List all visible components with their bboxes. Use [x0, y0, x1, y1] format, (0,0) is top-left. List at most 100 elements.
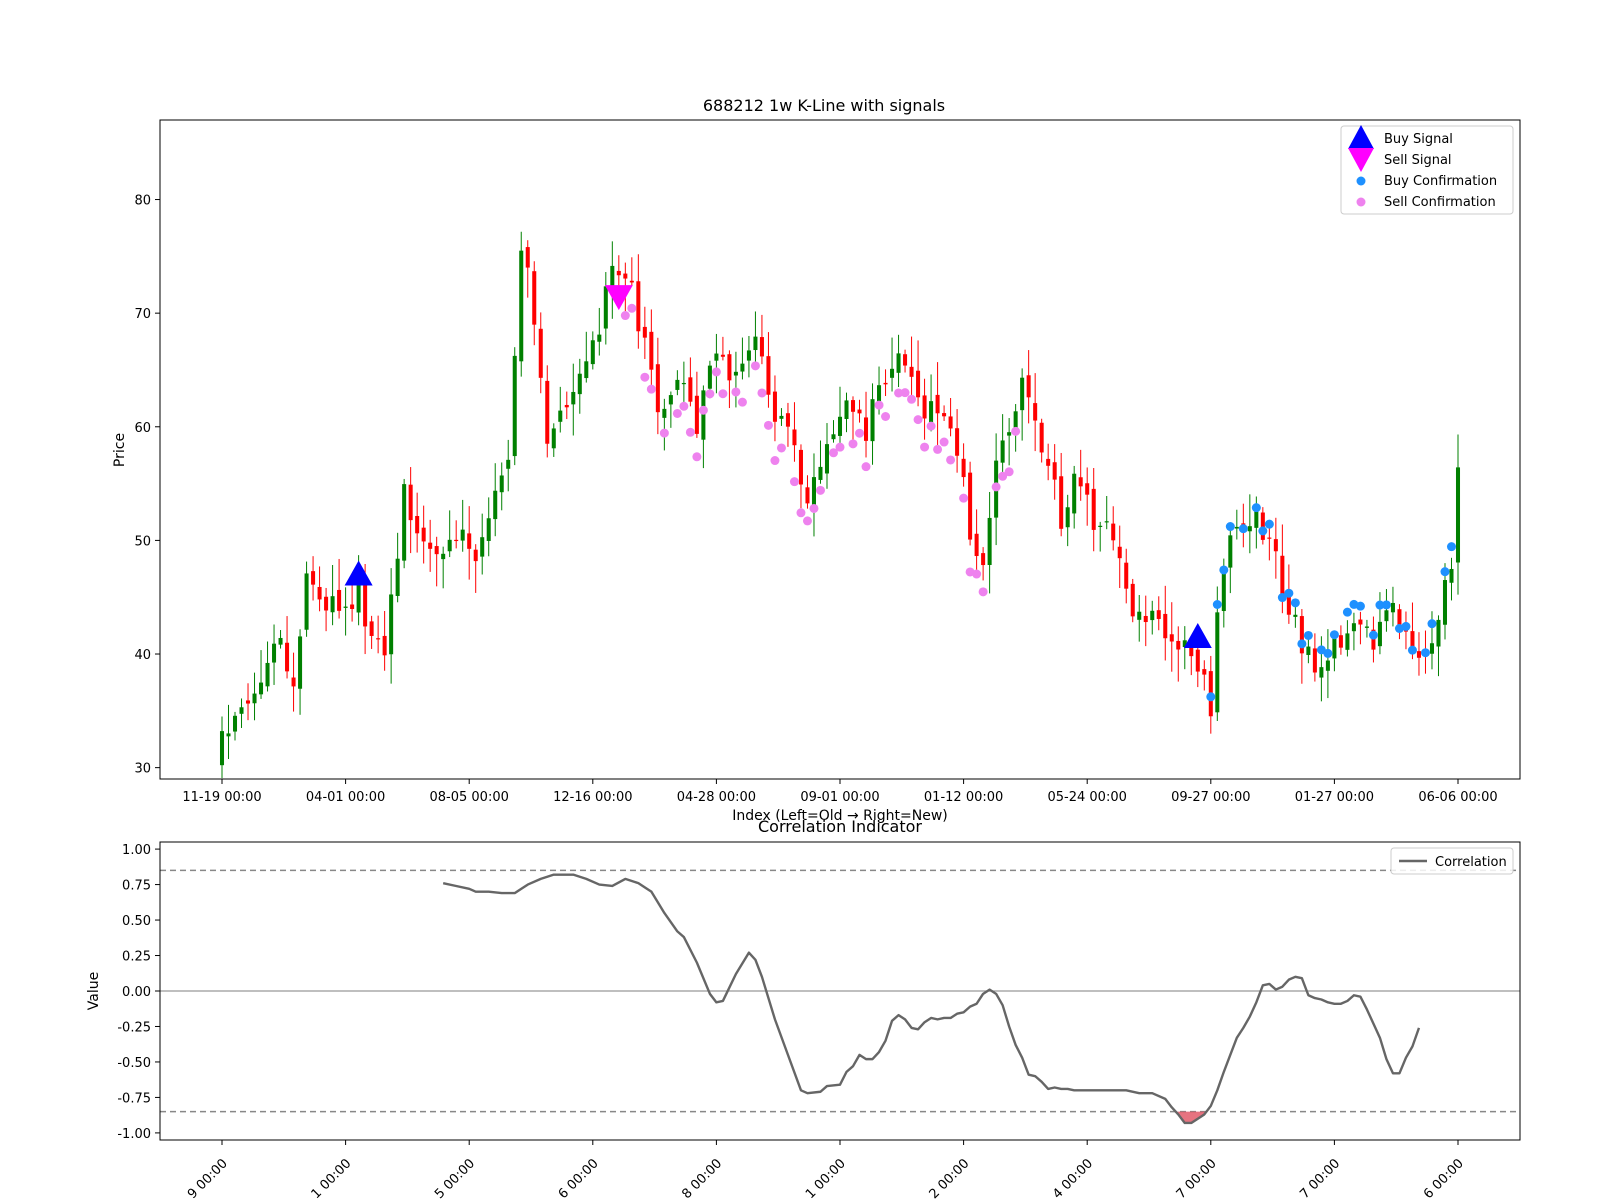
candle	[434, 536, 439, 587]
buy-confirmation-dot	[1368, 630, 1378, 640]
candle-body	[857, 409, 862, 414]
candle-body	[441, 553, 446, 560]
y-tick-label: 50	[134, 534, 151, 549]
y-tick-label: 30	[134, 762, 151, 777]
legend-label: Sell Confirmation	[1384, 195, 1496, 210]
buy-signal-marker	[344, 560, 373, 586]
candle	[1345, 620, 1350, 657]
legend-dot-symbol	[1356, 176, 1366, 186]
x-tick-label: 09-27 00:00	[1171, 790, 1250, 805]
candle-body	[454, 539, 459, 542]
candle-body	[278, 637, 283, 645]
candle-body	[447, 539, 452, 552]
candle	[558, 386, 563, 433]
candle-body	[1221, 570, 1226, 612]
candle-body	[428, 542, 433, 549]
candle-body	[694, 395, 699, 434]
candle	[942, 405, 947, 421]
candle	[1156, 596, 1161, 631]
buy-confirmation-dot	[1219, 565, 1229, 575]
candle	[824, 423, 830, 489]
candle	[1390, 586, 1395, 627]
candle-body	[1286, 596, 1291, 615]
candle-body	[525, 247, 530, 268]
candle	[818, 440, 823, 484]
candle	[1455, 434, 1461, 595]
candle	[389, 568, 394, 684]
candle-body	[629, 280, 634, 283]
correlation-y-axis: -1.00 -0.75 -0.50 -0.25 0.00 0.25 0.50 0.75 1.00	[117, 843, 160, 1142]
x-tick-label: 05-24 00:00	[1048, 790, 1127, 805]
sell-confirmation-dot	[640, 372, 650, 382]
kline-title: 688212 1w K-Line with signals	[703, 96, 945, 115]
candle	[1247, 494, 1252, 554]
candle	[1364, 619, 1369, 638]
correlation-title: Correlation Indicator	[758, 817, 922, 836]
candle-body	[864, 417, 869, 441]
candle-body	[1046, 458, 1051, 466]
candle	[1169, 602, 1174, 672]
candle-body	[818, 466, 823, 480]
candle-body	[571, 391, 576, 405]
candle-body	[246, 700, 251, 704]
sell-confirmation-dot	[679, 401, 689, 411]
candle-body	[974, 533, 979, 557]
sell-confirmation-dot	[731, 387, 741, 397]
x-tick-label: 6 00:00	[1421, 1156, 1467, 1200]
sell-confirmation-dot	[933, 444, 943, 454]
candle	[1098, 521, 1103, 552]
candle-body	[291, 677, 296, 687]
candle	[519, 231, 524, 377]
candle-body	[1377, 621, 1382, 647]
candle-body	[1130, 583, 1135, 617]
candle-body	[785, 413, 790, 427]
candle	[805, 475, 810, 509]
candle	[1059, 452, 1064, 537]
candle	[1416, 632, 1421, 676]
candle	[779, 408, 784, 426]
candle	[772, 375, 777, 442]
sell-confirmation-dot	[874, 400, 884, 410]
candle	[259, 650, 264, 699]
candle	[811, 453, 816, 537]
candle-body	[1163, 613, 1168, 639]
candle	[1176, 626, 1181, 682]
sell-confirmation-dot	[978, 587, 988, 597]
candle-body	[727, 354, 732, 381]
candle-body	[714, 353, 719, 361]
candle-body	[623, 273, 628, 279]
buy-confirmation-dot	[1303, 630, 1313, 640]
candle-body	[434, 546, 439, 555]
candle-body	[337, 589, 342, 611]
candle-body	[564, 404, 569, 408]
candle	[733, 351, 738, 408]
candle	[441, 546, 446, 589]
candle	[1351, 612, 1356, 651]
candle-body	[1078, 477, 1083, 487]
candle-body	[324, 596, 329, 611]
candle-body	[460, 529, 465, 541]
candle-body	[1319, 667, 1324, 678]
candle	[753, 311, 758, 363]
candle	[499, 462, 504, 511]
candle-body	[753, 336, 758, 351]
candle	[369, 615, 374, 649]
candle-body	[382, 635, 387, 656]
candle	[903, 349, 908, 373]
candle	[1046, 443, 1051, 481]
sell-confirmation-dot	[926, 421, 936, 431]
candle	[324, 587, 329, 632]
buy-signal-marker	[1183, 622, 1212, 648]
buy-confirmation-dot	[1264, 519, 1274, 529]
sell-confirmation-dot	[881, 412, 891, 422]
y-tick-label: 1.00	[122, 843, 151, 858]
candle-body	[1026, 375, 1031, 398]
candle-body	[1085, 483, 1090, 495]
candle	[1436, 615, 1441, 677]
candle	[512, 347, 517, 466]
candle-body	[272, 643, 277, 663]
candle-body	[545, 380, 550, 444]
candle	[1137, 595, 1142, 642]
candle-body	[317, 586, 322, 600]
candle	[890, 337, 895, 392]
